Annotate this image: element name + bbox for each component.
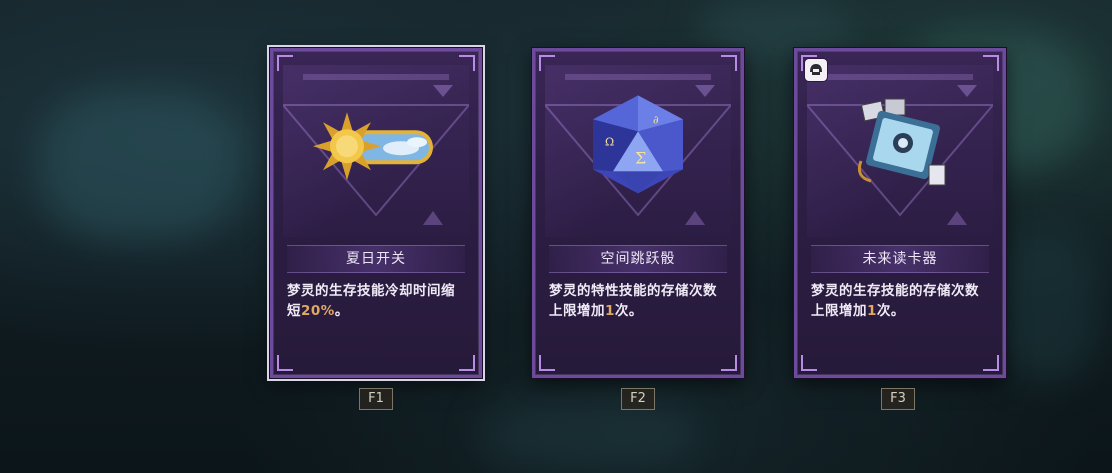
hotkey-f1[interactable]: F1: [359, 388, 393, 410]
item-card-space-dice[interactable]: Σ ∂ Ω 空间跳跃骰 梦灵的特性技能的存储次数上限增加1次。: [532, 48, 744, 378]
item-title: 夏日开关: [287, 245, 465, 273]
card-reader-icon: [857, 98, 946, 186]
highlight-number: 1: [605, 303, 615, 319]
highlight-number: 20%: [301, 303, 335, 319]
hotkey-f2[interactable]: F2: [621, 388, 655, 410]
d20-dice-icon: Σ ∂ Ω: [593, 95, 683, 194]
card-corner-decoration: [983, 355, 999, 371]
card-corner-decoration: [721, 355, 737, 371]
helmet-icon: [810, 64, 822, 75]
item-description: 梦灵的生存技能的存储次数上限增加1次。: [811, 283, 979, 319]
item-art-panel: [283, 65, 469, 237]
svg-text:Ω: Ω: [605, 135, 614, 148]
item-title: 未来读卡器: [811, 245, 989, 273]
svg-text:Σ: Σ: [635, 148, 646, 167]
hotkey-f3[interactable]: F3: [881, 388, 915, 410]
item-description: 梦灵的特性技能的存储次数上限增加1次。: [549, 283, 717, 319]
item-card-summer-switch[interactable]: 夏日开关 梦灵的生存技能冷却时间缩短20%。: [267, 45, 485, 381]
item-title: 空间跳跃骰: [549, 245, 727, 273]
item-art-panel: Σ ∂ Ω: [545, 65, 731, 237]
helmet-badge-icon: [805, 59, 827, 81]
card-corner-decoration: [459, 355, 475, 371]
item-card-future-card-reader[interactable]: 未来读卡器 梦灵的生存技能的存储次数上限增加1次。: [794, 48, 1006, 378]
highlight-number: 1: [867, 303, 877, 319]
card-corner-decoration: [539, 355, 555, 371]
card-corner-decoration: [277, 355, 293, 371]
item-description: 梦灵的生存技能冷却时间缩短20%。: [287, 283, 455, 319]
item-art-panel: [807, 65, 993, 237]
card-corner-decoration: [801, 355, 817, 371]
svg-text:∂: ∂: [653, 113, 659, 126]
sun-switch-icon: [313, 112, 433, 181]
